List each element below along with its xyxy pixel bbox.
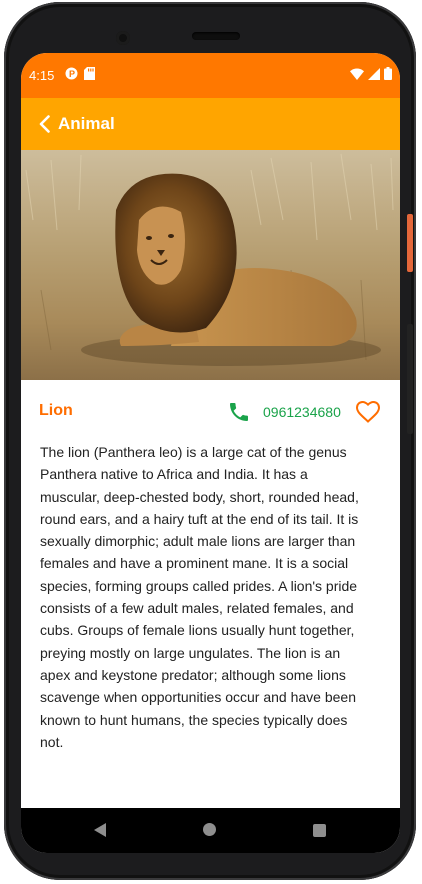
animal-description: The lion (Panthera leo) is a large cat o… <box>40 444 359 750</box>
app-screen: 4:15 P Animal Lion 0961234680 The lion (… <box>21 53 400 853</box>
nav-home-icon[interactable] <box>203 823 216 836</box>
svg-text:P: P <box>69 69 75 79</box>
animal-photo <box>21 150 400 380</box>
app-bar: Animal <box>21 98 400 150</box>
system-nav-bar <box>21 808 400 853</box>
power-button <box>407 214 413 272</box>
wifi-icon <box>350 67 364 85</box>
app-bar-title: Animal <box>58 114 115 133</box>
nav-recents-icon[interactable] <box>313 824 326 837</box>
battery-icon <box>384 67 392 85</box>
status-bar: 4:15 P <box>21 53 400 98</box>
volume-button <box>407 324 413 434</box>
front-camera <box>116 31 130 45</box>
sd-card-icon <box>84 67 95 85</box>
phone-icon[interactable] <box>227 400 251 424</box>
data-saver-icon: P <box>65 67 78 85</box>
favorite-heart-icon[interactable] <box>355 400 381 424</box>
status-time: 4:15 <box>29 68 55 83</box>
earpiece-speaker <box>192 32 240 40</box>
animal-name: Lion <box>39 402 73 419</box>
back-chevron-icon[interactable] <box>33 112 57 136</box>
animal-info-row: Lion 0961234680 <box>21 380 400 444</box>
nav-back-icon[interactable] <box>94 823 106 842</box>
phone-number-link[interactable]: 0961234680 <box>263 404 341 420</box>
signal-icon <box>368 67 380 85</box>
